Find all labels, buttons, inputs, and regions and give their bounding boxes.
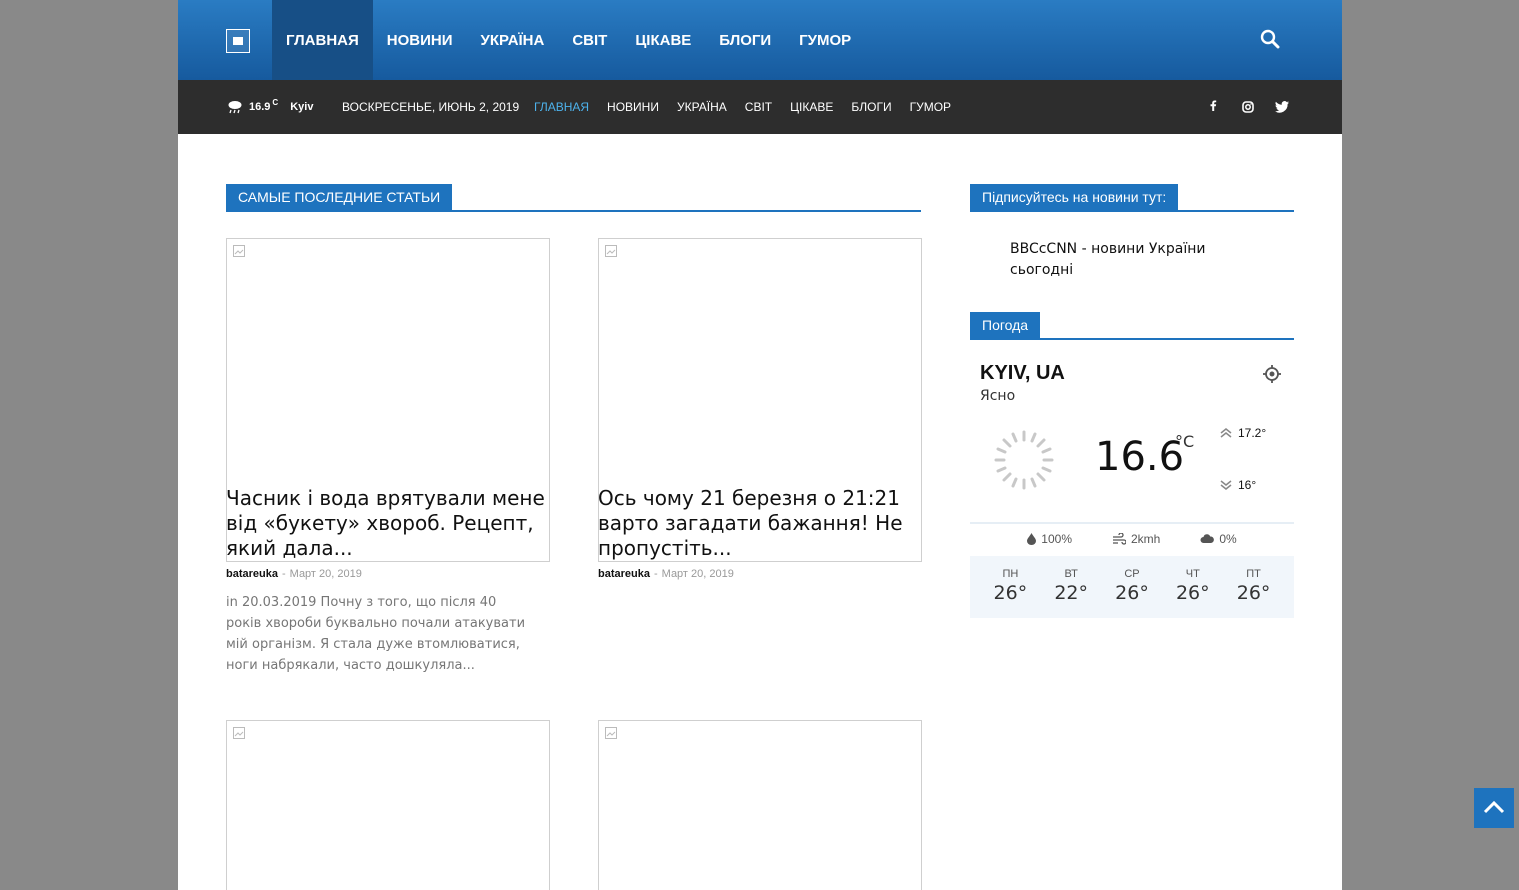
sub-nav-item-gumor[interactable]: ГУМОР xyxy=(910,100,951,114)
forecast-day: ПН 26° xyxy=(994,556,1028,618)
sub-header: 16.9 C Kyiv ВОСКРЕСЕНЬЕ, ИЮНЬ 2, 2019 ГЛА… xyxy=(178,80,1342,134)
article-thumbnail[interactable] xyxy=(226,720,550,890)
location-icon[interactable] xyxy=(1262,364,1282,384)
article-date: Март 20, 2019 xyxy=(289,568,362,580)
header-weather-temp-value: 16.9 xyxy=(249,101,271,113)
weather-forecast: ПН 26° ВТ 22° СР 26° ЧТ 26° ПТ 26° xyxy=(970,556,1294,618)
forecast-day-name: ЧТ xyxy=(1185,568,1200,580)
sub-nav-item-tsikave[interactable]: ЦІКАВЕ xyxy=(790,100,833,114)
latest-articles-title: САМЫЕ ПОСЛЕДНИЕ СТАТЬИ xyxy=(226,184,453,210)
forecast-day-name: ВТ xyxy=(1064,568,1078,580)
subscribe-header: Підписуйтесь на новини тут: xyxy=(970,184,1294,212)
subscribe-link[interactable]: BBCcCNN - новини України сьогодні xyxy=(1010,239,1210,281)
broken-image-icon xyxy=(233,727,245,739)
header-weather: 16.9 C Kyiv xyxy=(227,98,314,114)
weather-clouds: 0% xyxy=(1200,532,1237,546)
instagram-icon[interactable] xyxy=(1240,99,1256,115)
site-logo[interactable] xyxy=(226,29,250,53)
forecast-day-temp: 26° xyxy=(993,582,1028,604)
forecast-day: СР 26° xyxy=(1115,556,1149,618)
top-header: ГЛАВНАЯ НОВИНИ УКРАЇНА СВІТ ЦІКАВЕ БЛОГИ… xyxy=(178,0,1342,80)
article-thumbnail[interactable] xyxy=(598,720,922,890)
article-meta: batareuka - Март 20, 2019 xyxy=(226,568,362,580)
main-nav-item-ukraina[interactable]: УКРАЇНА xyxy=(467,0,559,80)
forecast-day-name: ПН xyxy=(1002,568,1019,580)
forecast-day-temp: 26° xyxy=(1115,582,1149,604)
sub-nav-item-novyny[interactable]: НОВИНИ xyxy=(607,100,659,114)
sub-nav: ГЛАВНАЯ НОВИНИ УКРАЇНА СВІТ ЦІКАВЕ БЛОГИ… xyxy=(534,100,951,114)
latest-articles-header: САМЫЕ ПОСЛЕДНИЕ СТАТЬИ xyxy=(226,184,921,212)
header-weather-unit: C xyxy=(272,98,279,107)
chevron-up-icon xyxy=(1483,800,1505,814)
main-nav-item-gumor[interactable]: ГУМОР xyxy=(785,0,865,80)
main-nav-item-novyny[interactable]: НОВИНИ xyxy=(373,0,467,80)
forecast-day-temp: 22° xyxy=(1054,582,1089,604)
weather-title: Погода xyxy=(970,312,1041,338)
main-nav-item-glavnaya[interactable]: ГЛАВНАЯ xyxy=(272,0,373,80)
weather-description: Ясно xyxy=(980,388,1016,404)
main-nav-item-blogy[interactable]: БЛОГИ xyxy=(705,0,785,80)
article-meta-separator: - xyxy=(653,568,658,580)
weather-wind-value: 2kmh xyxy=(1131,532,1161,546)
chevron-up-double-icon xyxy=(1220,428,1232,438)
chevron-down-double-icon xyxy=(1220,480,1232,490)
facebook-icon[interactable] xyxy=(1206,99,1222,115)
sub-nav-item-ukraina[interactable]: УКРАЇНА xyxy=(677,100,727,114)
article-title[interactable]: Ось чому 21 березня о 21:21 варто загада… xyxy=(598,486,922,561)
article-author[interactable]: batareuka xyxy=(226,568,278,580)
weather-widget: KYIV, UA Ясно 16.6 °C 17.2° 16° 100% 2km… xyxy=(970,352,1294,622)
main-nav-item-tsikave[interactable]: ЦІКАВЕ xyxy=(621,0,705,80)
weather-humidity: 100% xyxy=(1027,532,1072,546)
forecast-day-temp: 26° xyxy=(1175,582,1210,604)
back-to-top-button[interactable] xyxy=(1474,788,1514,828)
main-nav-item-svit[interactable]: СВІТ xyxy=(558,0,621,80)
weather-divider xyxy=(970,522,1294,524)
social-links xyxy=(1206,99,1290,115)
forecast-day-name: ПТ xyxy=(1246,568,1261,580)
cloud-icon xyxy=(1200,534,1215,543)
sub-nav-item-blogy[interactable]: БЛОГИ xyxy=(851,100,891,114)
subscribe-title: Підписуйтесь на новини тут: xyxy=(970,184,1179,210)
sub-nav-item-svit[interactable]: СВІТ xyxy=(745,100,772,114)
article-date: Март 20, 2019 xyxy=(661,568,734,580)
weather-header: Погода xyxy=(970,312,1294,340)
rain-cloud-icon xyxy=(228,101,242,114)
article-author[interactable]: batareuka xyxy=(598,568,650,580)
weather-wind: 2kmh xyxy=(1112,532,1160,546)
forecast-day-temp: 26° xyxy=(1236,582,1271,604)
header-weather-temp: 16.9 C xyxy=(249,98,279,113)
weather-humidity-value: 100% xyxy=(1041,532,1072,546)
broken-image-icon xyxy=(605,727,617,739)
search-icon[interactable] xyxy=(1260,29,1280,49)
weather-high: 17.2° xyxy=(1220,426,1266,440)
main-nav: ГЛАВНАЯ НОВИНИ УКРАЇНА СВІТ ЦІКАВЕ БЛОГИ… xyxy=(272,0,865,80)
twitter-icon[interactable] xyxy=(1274,99,1290,115)
current-date: ВОСКРЕСЕНЬЕ, ИЮНЬ 2, 2019 xyxy=(342,100,520,114)
forecast-day-name: СР xyxy=(1124,568,1140,580)
article-meta-separator: - xyxy=(281,568,286,580)
weather-stats: 100% 2kmh 0% xyxy=(970,532,1294,546)
forecast-day: ВТ 22° xyxy=(1054,556,1088,618)
article-excerpt: in 20.03.2019 Почну з того, що після 40 … xyxy=(226,595,526,673)
article-meta: batareuka - Март 20, 2019 xyxy=(598,568,734,580)
weather-high-value: 17.2° xyxy=(1238,426,1267,440)
broken-image-icon xyxy=(605,245,617,257)
broken-image-icon xyxy=(233,245,245,257)
weather-clouds-value: 0% xyxy=(1219,532,1237,546)
weather-city: KYIV, UA xyxy=(980,362,1065,384)
page: ГЛАВНАЯ НОВИНИ УКРАЇНА СВІТ ЦІКАВЕ БЛОГИ… xyxy=(178,0,1342,890)
sun-icon xyxy=(994,430,1054,490)
forecast-day: ПТ 26° xyxy=(1237,556,1271,618)
weather-unit: °C xyxy=(1175,432,1195,451)
humidity-drop-icon xyxy=(1027,533,1037,545)
weather-temperature: 16.6 xyxy=(1095,434,1185,480)
sub-nav-item-glavnaya[interactable]: ГЛАВНАЯ xyxy=(534,100,589,114)
weather-low: 16° xyxy=(1220,478,1256,492)
wind-icon xyxy=(1113,533,1126,545)
weather-low-value: 16° xyxy=(1238,478,1257,492)
header-weather-city: Kyiv xyxy=(290,101,314,113)
article-title[interactable]: Часник і вода врятували мене від «букету… xyxy=(226,486,550,561)
forecast-day: ЧТ 26° xyxy=(1176,556,1210,618)
